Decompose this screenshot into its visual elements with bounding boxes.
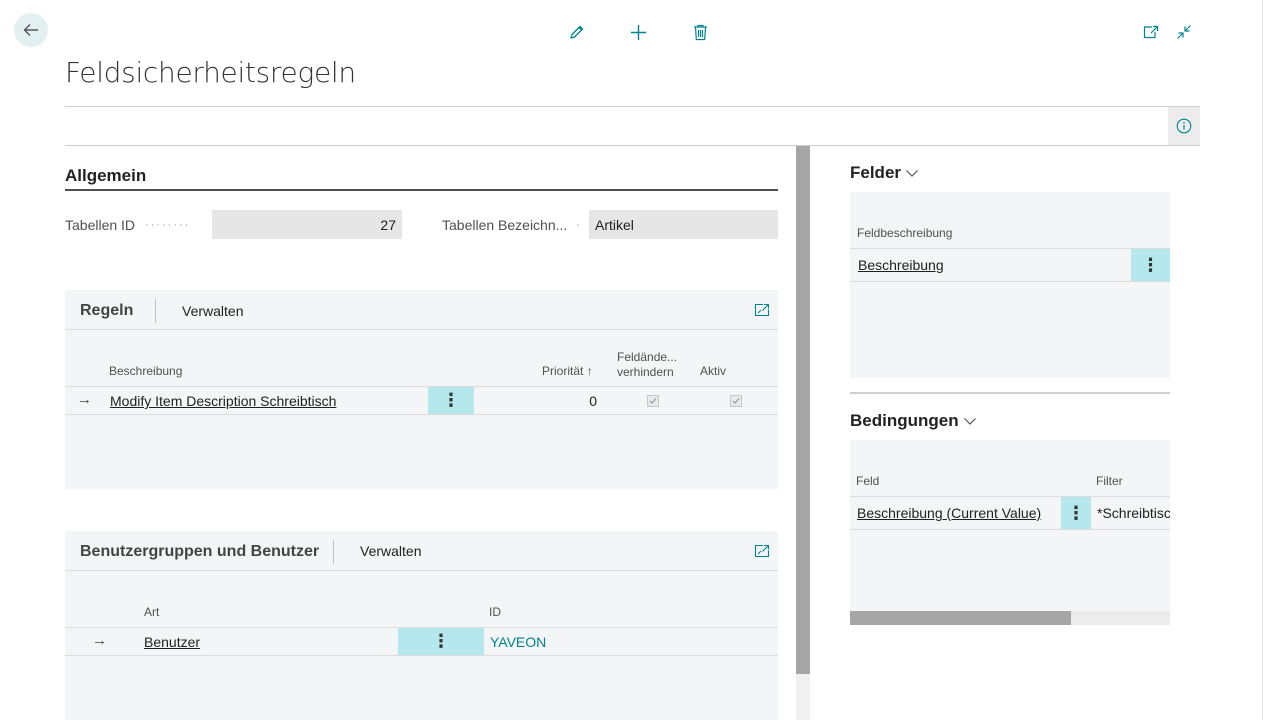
column-header-priority-label: Priorität — [542, 364, 584, 378]
prevent-change-checkbox[interactable] — [647, 395, 659, 407]
table-name-label: Tabellen Bezeichn... — [442, 217, 568, 233]
window-edge — [1262, 0, 1270, 720]
arrow-left-icon — [23, 24, 38, 36]
collapse-icon — [1177, 25, 1191, 39]
conditions-part — [850, 440, 1170, 625]
condition-field-link[interactable]: Beschreibung (Current Value) — [857, 505, 1041, 521]
factbox-divider — [65, 145, 1200, 146]
general-underline — [65, 189, 778, 191]
rule-description-link[interactable]: Modify Item Description Schreibtisch — [110, 393, 336, 409]
column-header-priority[interactable]: Priorität ↑ — [542, 364, 593, 379]
row-actions-button[interactable]: ⋮ — [1131, 249, 1170, 281]
table-header-line — [850, 248, 1170, 249]
table-id-label: Tabellen ID — [65, 217, 136, 233]
row-actions-button[interactable]: ⋮ — [398, 628, 484, 655]
column-header-field-description[interactable]: Feldbeschreibung — [857, 226, 952, 241]
table-row-line — [850, 281, 1170, 282]
table-header-line — [65, 386, 778, 387]
chevron-down-icon — [906, 170, 918, 177]
open-in-new-window-icon — [754, 303, 770, 317]
open-in-new-window-icon — [754, 544, 770, 558]
row-actions-button[interactable]: ⋮ — [1061, 497, 1091, 529]
column-header-field[interactable]: Feld — [856, 474, 879, 489]
info-icon — [1176, 118, 1192, 134]
part-divider — [65, 570, 778, 571]
column-header-type[interactable]: Art — [144, 605, 159, 620]
rules-part — [65, 290, 778, 489]
conditions-heading-label: Bedingungen — [850, 411, 959, 430]
pencil-icon — [569, 25, 583, 39]
back-button[interactable] — [14, 13, 48, 47]
general-heading[interactable]: Allgemein — [65, 166, 146, 186]
table-row-line — [65, 655, 778, 656]
field-description-link[interactable]: Beschreibung — [858, 257, 944, 273]
column-header-filter[interactable]: Filter — [1096, 474, 1123, 489]
column-header-id[interactable]: ID — [489, 605, 501, 620]
chevron-down-icon — [963, 418, 976, 425]
separator — [333, 540, 334, 564]
current-row-arrow-icon: → — [77, 391, 92, 408]
factbox-separator — [850, 392, 1170, 394]
delete-button[interactable] — [690, 22, 710, 42]
fields-part — [850, 192, 1170, 378]
column-header-active[interactable]: Aktiv — [700, 364, 726, 379]
condition-filter-value: *Schreibtisc — [1097, 505, 1170, 521]
open-in-new-window-icon — [1143, 25, 1159, 39]
plus-icon — [630, 24, 646, 40]
collapse-button[interactable] — [1174, 22, 1194, 42]
edit-button[interactable] — [566, 22, 586, 42]
rules-heading[interactable]: Regeln — [80, 302, 133, 320]
column-header-prevent-line2: verhindern — [617, 365, 674, 379]
page-title: Feldsicherheitsregeln — [65, 56, 356, 89]
users-expand-button[interactable] — [752, 542, 772, 560]
current-row-arrow-icon: → — [92, 632, 107, 649]
table-id-value: 27 — [212, 210, 402, 239]
conditions-heading[interactable]: Bedingungen — [850, 411, 977, 431]
info-button[interactable] — [1168, 107, 1200, 145]
new-button[interactable] — [628, 22, 648, 42]
leader-dots: · — [576, 219, 582, 231]
row-actions-button[interactable]: ⋮ — [428, 387, 474, 414]
table-name-value: Artikel — [589, 210, 778, 239]
active-checkbox[interactable] — [730, 395, 742, 407]
column-header-description[interactable]: Beschreibung — [109, 364, 182, 379]
rules-manage-action[interactable]: Verwalten — [182, 303, 243, 319]
users-heading[interactable]: Benutzergruppen und Benutzer — [80, 543, 319, 561]
part-divider — [65, 329, 778, 330]
checkmark-icon — [649, 398, 657, 404]
scrollbar-thumb[interactable] — [796, 146, 810, 674]
rules-expand-button[interactable] — [752, 301, 772, 319]
table-row-line — [850, 529, 1170, 530]
table-header-line — [850, 496, 1170, 497]
users-manage-action[interactable]: Verwalten — [360, 543, 421, 559]
fields-heading[interactable]: Felder — [850, 163, 919, 183]
column-header-prevent-change[interactable]: Feldände... verhindern — [617, 350, 677, 380]
separator — [155, 299, 156, 323]
checkmark-icon — [732, 398, 740, 404]
column-header-prevent-line1: Feldände... — [617, 350, 678, 364]
horizontal-scrollbar-thumb[interactable] — [850, 611, 1071, 625]
leader-dots: ········ — [145, 219, 191, 231]
table-row-line — [65, 414, 778, 415]
user-type-link[interactable]: Benutzer — [144, 634, 200, 650]
user-id-value[interactable]: YAVEON — [490, 634, 546, 650]
rule-priority: 0 — [589, 393, 597, 409]
fields-heading-label: Felder — [850, 163, 902, 182]
open-new-window-button[interactable] — [1141, 22, 1161, 42]
header-divider — [65, 106, 1200, 107]
trash-icon — [693, 24, 707, 40]
sort-ascending-icon: ↑ — [586, 364, 593, 378]
